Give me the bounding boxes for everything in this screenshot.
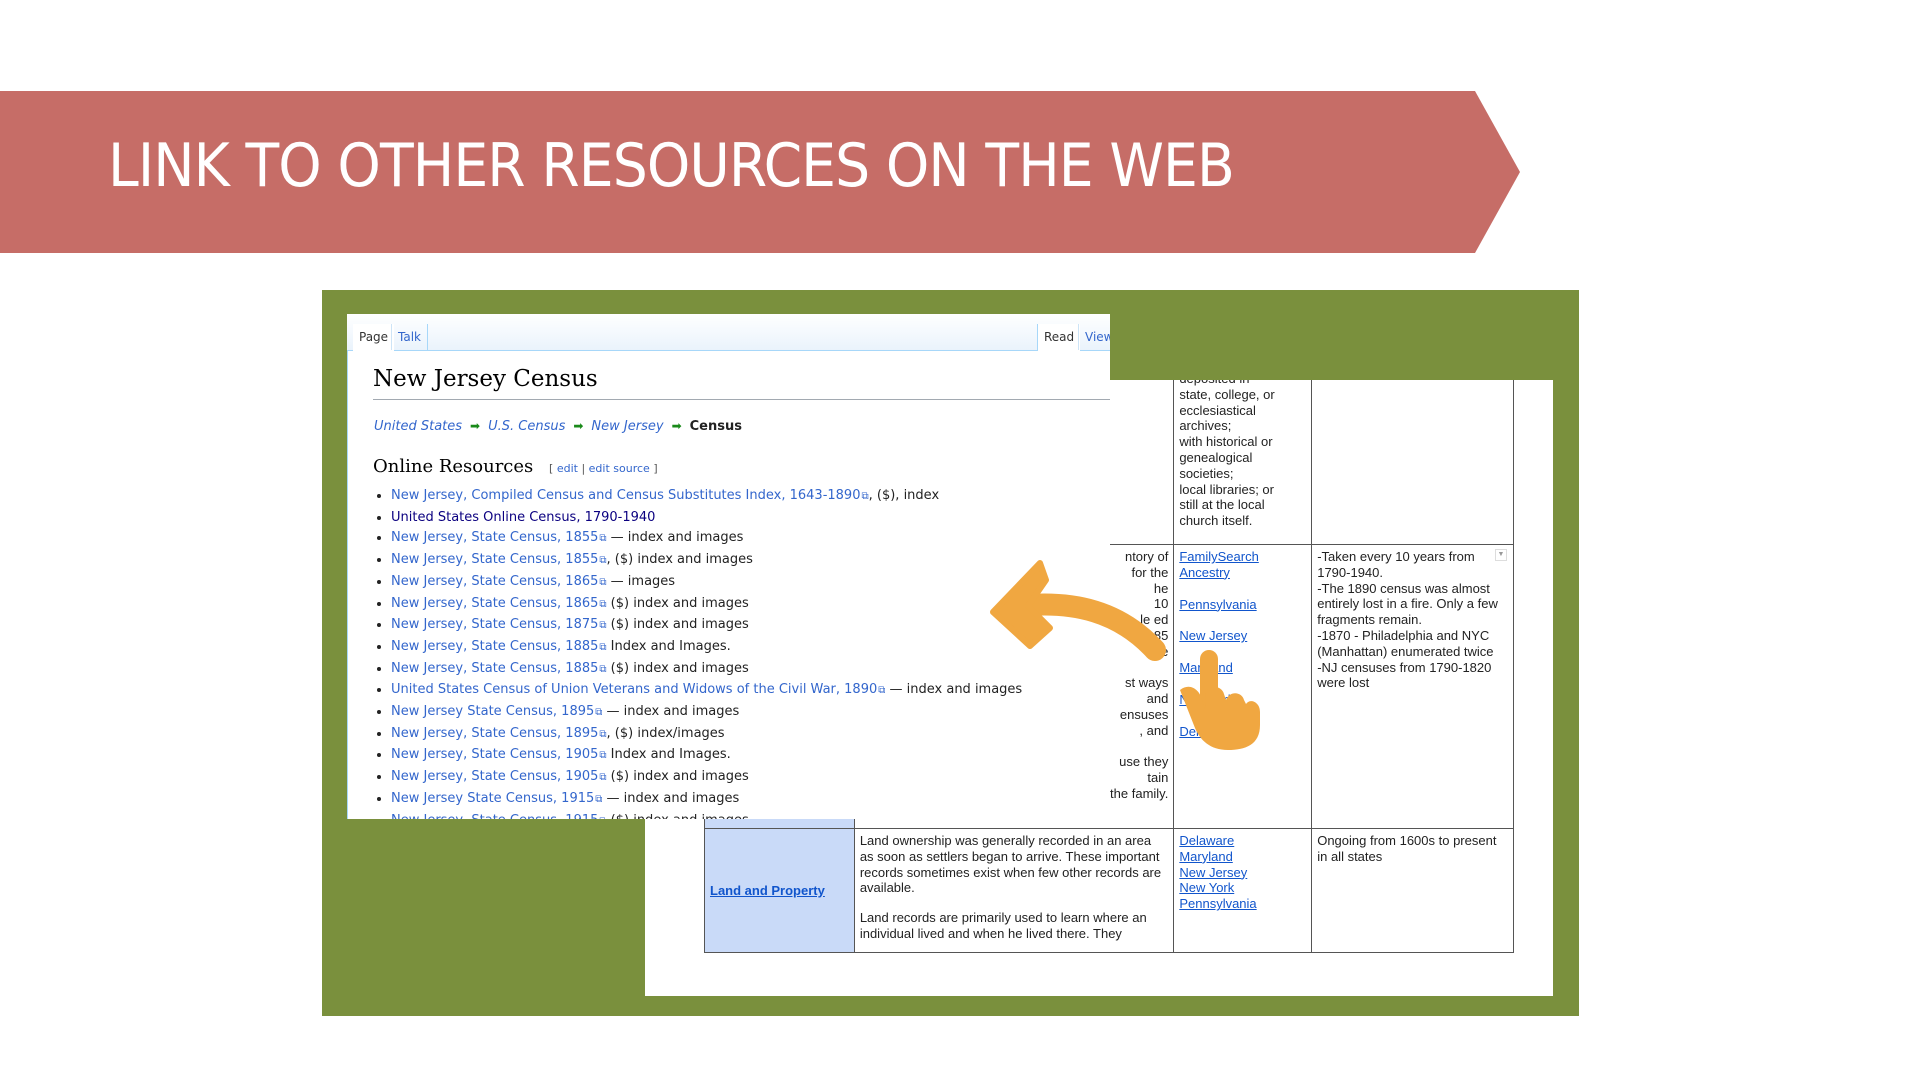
curved-arrow-icon (990, 560, 1166, 661)
annotation-layer (990, 560, 1260, 750)
pointing-hand-icon (1180, 650, 1260, 750)
